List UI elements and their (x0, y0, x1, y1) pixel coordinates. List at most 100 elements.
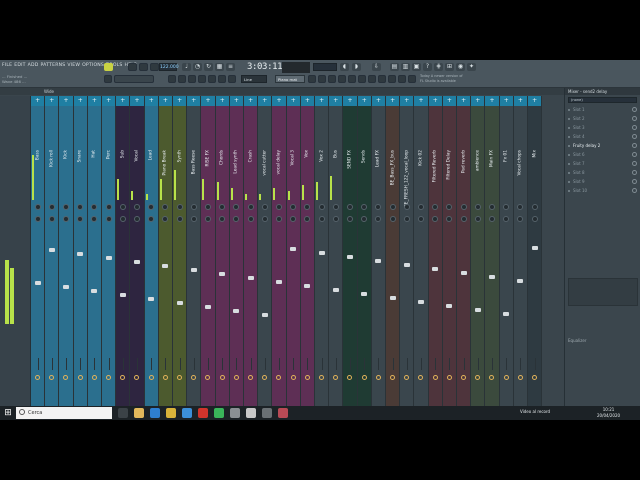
pan-knob[interactable] (474, 204, 481, 210)
pan-knob[interactable] (162, 204, 169, 210)
pan-knob[interactable] (304, 204, 311, 210)
route-icon[interactable] (503, 375, 509, 380)
pan-knob[interactable] (148, 204, 155, 210)
piano-roll-icon[interactable]: ▥ (401, 63, 410, 71)
track-header[interactable]: + (386, 96, 400, 106)
route-icon[interactable] (77, 375, 83, 380)
effect-slot[interactable]: Slot 10 (565, 186, 640, 195)
track-header[interactable]: + (414, 96, 428, 106)
pan-knob[interactable] (204, 216, 211, 222)
route-icon[interactable] (517, 375, 523, 380)
pan-knob[interactable] (403, 216, 410, 222)
add-pattern-button[interactable] (308, 75, 316, 83)
pitch-icon[interactable]: ◗ (352, 63, 361, 71)
pan-knob[interactable] (275, 204, 282, 210)
pan-knob[interactable] (119, 216, 126, 222)
effect-slot[interactable]: Slot 3 (565, 123, 640, 132)
midi-button[interactable] (328, 75, 336, 83)
route-icon[interactable] (262, 375, 268, 380)
menu-item[interactable]: ADD (28, 63, 39, 68)
route-icon[interactable] (532, 375, 538, 380)
volume-fader[interactable] (531, 246, 538, 250)
effect-slot[interactable]: Slot 4 (565, 132, 640, 141)
track-header[interactable]: + (428, 96, 442, 106)
track-header[interactable]: + (442, 96, 456, 106)
effect-slot[interactable]: Slot 7 (565, 159, 640, 168)
step-edit-icon[interactable]: ▦ (215, 63, 224, 71)
mixer-track[interactable]: + Crash (244, 96, 259, 406)
mixer-track[interactable]: + Kick 02 (414, 96, 429, 406)
file-explorer-icon[interactable] (134, 408, 144, 418)
volume-fader[interactable] (119, 293, 126, 297)
volume-fader[interactable] (361, 292, 368, 296)
pan-knob[interactable] (332, 204, 339, 210)
slot-mix-knob[interactable] (632, 107, 637, 112)
pan-knob[interactable] (34, 204, 41, 210)
pan-knob[interactable] (460, 204, 467, 210)
track-header[interactable]: + (173, 96, 187, 106)
mixer-icon[interactable]: ⋕ (434, 63, 443, 71)
volume-icon[interactable]: ◖ (340, 63, 349, 71)
route-icon[interactable] (35, 375, 41, 380)
track-header[interactable]: + (357, 96, 371, 106)
route-icon[interactable] (219, 375, 225, 380)
track-header[interactable]: + (400, 96, 414, 106)
volume-fader[interactable] (432, 267, 439, 271)
volume-fader[interactable] (261, 313, 268, 317)
volume-fader[interactable] (460, 271, 467, 275)
input-select[interactable]: (none) (568, 97, 637, 103)
volume-fader[interactable] (62, 285, 69, 289)
media-icon[interactable] (278, 408, 288, 418)
pan-knob[interactable] (290, 216, 297, 222)
pan-knob[interactable] (34, 216, 41, 222)
track-header[interactable]: + (158, 96, 172, 106)
pan-knob[interactable] (389, 204, 396, 210)
slot-mix-knob[interactable] (632, 125, 637, 130)
volume-fader[interactable] (503, 312, 510, 316)
windows-start-icon[interactable]: ⊞ (3, 408, 13, 418)
pan-knob[interactable] (219, 216, 226, 222)
settings-icon[interactable]: ✦ (467, 63, 476, 71)
route-icon[interactable] (333, 375, 339, 380)
effect-slot[interactable]: Slot 9 (565, 177, 640, 186)
track-header[interactable]: + (187, 96, 201, 106)
track-header[interactable]: + (528, 96, 542, 106)
mixer-track[interactable]: + RISE FX (201, 96, 216, 406)
mixer-track[interactable]: + vocal cutter (258, 96, 273, 406)
track-header[interactable]: + (59, 96, 73, 106)
undo-button[interactable] (358, 75, 366, 83)
pan-knob[interactable] (219, 204, 226, 210)
route-icon[interactable] (304, 375, 310, 380)
pan-knob[interactable] (261, 204, 268, 210)
pan-knob[interactable] (204, 204, 211, 210)
volume-fader[interactable] (417, 300, 424, 304)
track-header[interactable]: + (87, 96, 101, 106)
pan-knob[interactable] (318, 216, 325, 222)
pan-knob[interactable] (148, 216, 155, 222)
pan-knob[interactable] (417, 216, 424, 222)
volume-fader[interactable] (219, 272, 226, 276)
pan-knob[interactable] (77, 204, 84, 210)
route-icon[interactable] (461, 375, 467, 380)
track-header[interactable]: + (201, 96, 215, 106)
track-header[interactable]: + (457, 96, 471, 106)
volume-fader[interactable] (204, 305, 211, 309)
track-header[interactable]: + (499, 96, 513, 106)
track-header[interactable]: + (300, 96, 314, 106)
mixer-track[interactable]: + ambience (471, 96, 486, 406)
pan-knob[interactable] (503, 216, 510, 222)
route-icon[interactable] (233, 375, 239, 380)
route-icon[interactable] (418, 375, 424, 380)
track-header[interactable]: + (513, 96, 527, 106)
menu-item[interactable]: OPTIONS (82, 63, 104, 68)
mixer-track[interactable]: + Lead synth (229, 96, 244, 406)
pan-knob[interactable] (119, 204, 126, 210)
mixer-track[interactable]: + Sub (116, 96, 131, 406)
mixer-track[interactable]: + Synth (173, 96, 188, 406)
pan-knob[interactable] (517, 204, 524, 210)
youtube-icon[interactable] (198, 408, 208, 418)
volume-fader[interactable] (105, 256, 112, 260)
mixer-track[interactable]: + Snare (73, 96, 88, 406)
toolbar-button-2[interactable] (178, 75, 186, 83)
pan-knob[interactable] (432, 204, 439, 210)
